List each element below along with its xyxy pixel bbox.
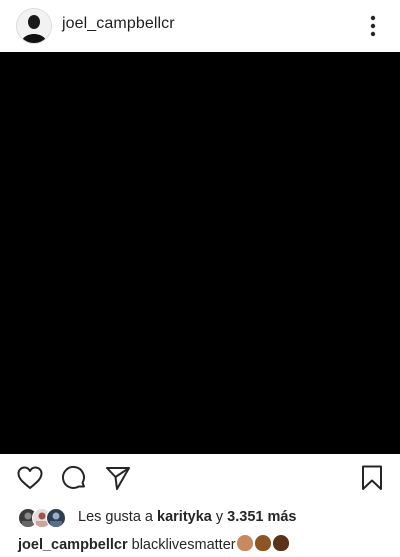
raised-fist-icon [236,535,253,551]
liker-username[interactable]: karityka [157,509,212,525]
post-header: joel_campbellcr [0,0,400,52]
likes-connector: y [215,509,224,525]
bookmark-icon[interactable] [358,464,386,492]
more-vertical-icon[interactable] [362,12,384,40]
likes-count[interactable]: 3.351 más [227,509,296,525]
caption-row: joel_campbellcr blacklivesmatter [18,535,398,557]
profile-avatar[interactable] [16,8,52,44]
post-username[interactable]: joel_campbellcr [62,15,175,33]
action-bar [0,460,400,500]
likes-prefix: Les gusta a [78,509,153,525]
caption-text: blacklivesmatter [131,537,236,553]
post-image[interactable] [0,52,400,454]
likes-text: Les gusta a karityka y 3.351 más [78,509,297,525]
liker-avatars [18,508,74,528]
liker-avatar [46,508,66,528]
raised-fist-icon [272,535,289,551]
heart-icon[interactable] [16,464,44,492]
raised-fist-icon [254,535,271,551]
paper-plane-icon[interactable] [104,464,132,492]
caption-username[interactable]: joel_campbellcr [18,537,128,553]
likes-row[interactable]: Les gusta a karityka y 3.351 más [0,507,400,529]
comment-icon[interactable] [60,464,88,492]
